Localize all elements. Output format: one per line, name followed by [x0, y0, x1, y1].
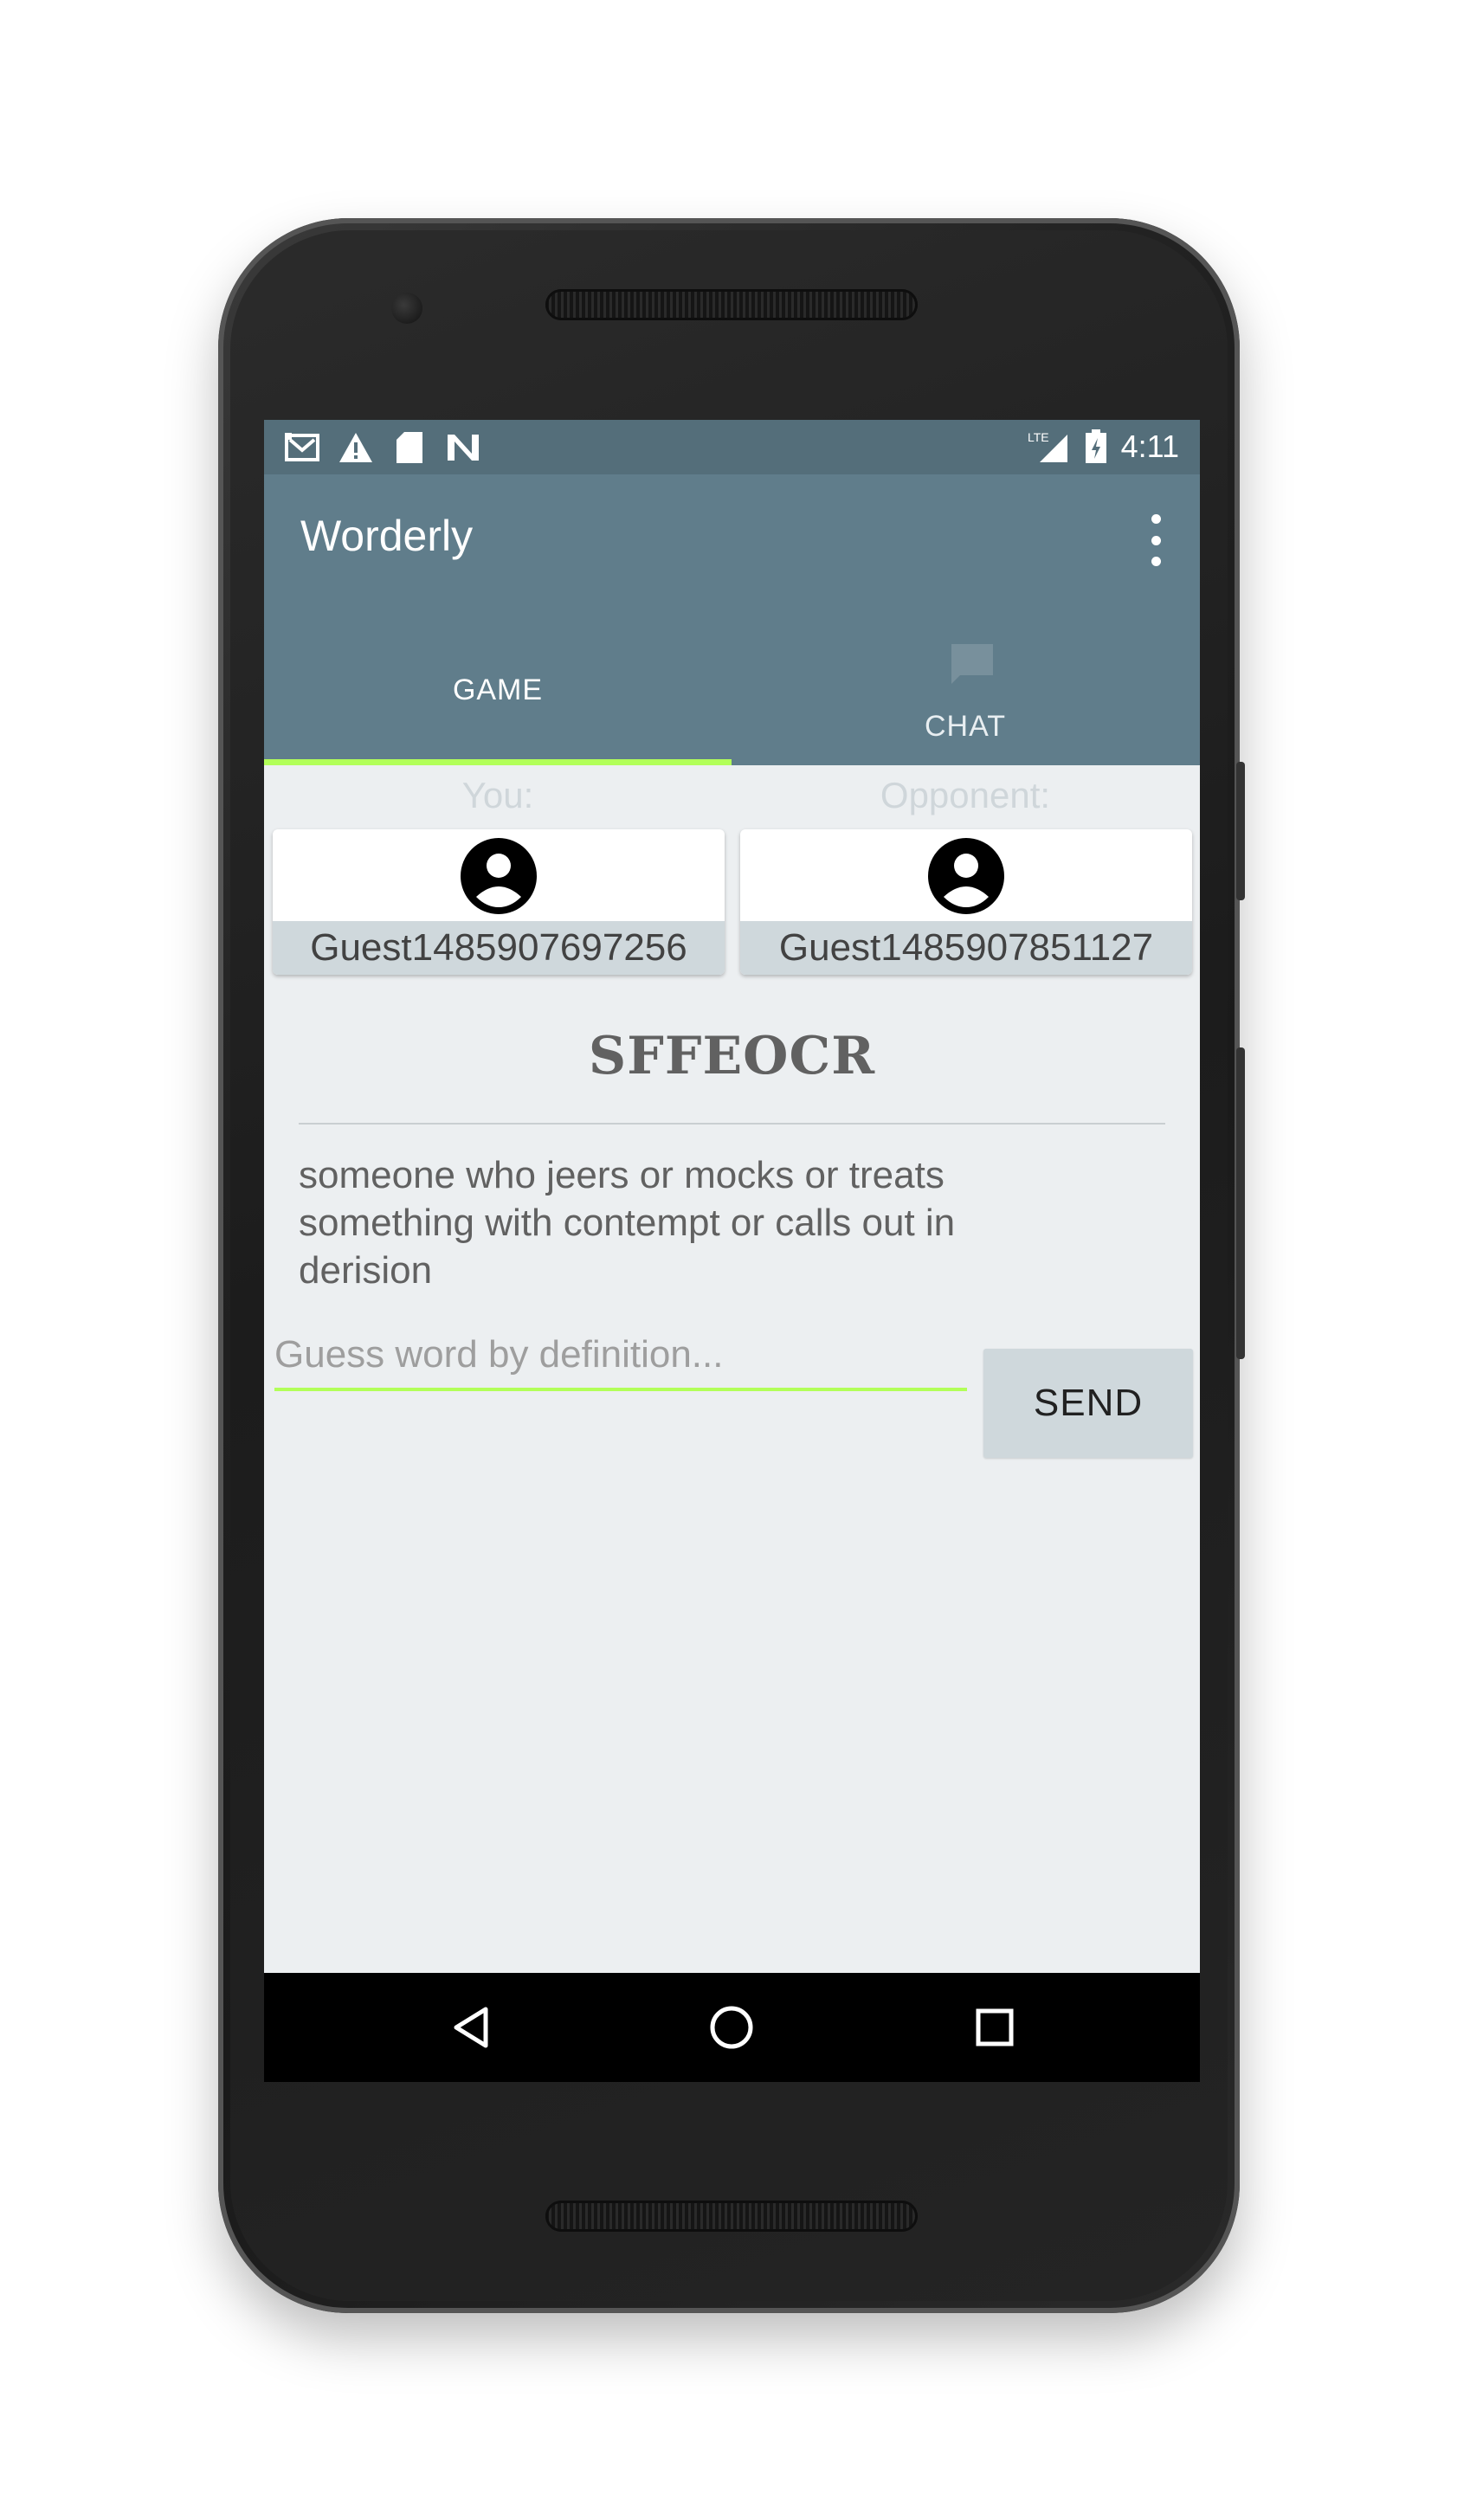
- network-type: LTE: [1028, 430, 1049, 444]
- signal-icon: LTE: [1028, 429, 1071, 464]
- front-camera: [391, 293, 422, 324]
- scrambled-word: SFFEOCR: [588, 1026, 876, 1086]
- navigation-bar: [264, 1973, 1200, 2082]
- power-button: [1236, 762, 1245, 900]
- back-icon[interactable]: [446, 2001, 498, 2053]
- player-name-opponent: Guest1485907851127: [740, 921, 1192, 975]
- n-logo-icon: [446, 430, 480, 465]
- top-speaker: [545, 289, 918, 320]
- gmail-icon: [285, 430, 319, 465]
- opponent-label: Opponent:: [880, 775, 1051, 815]
- tab-game[interactable]: GAME: [264, 604, 732, 765]
- battery-icon: [1083, 429, 1109, 464]
- tab-chat-label: CHAT: [924, 710, 1007, 743]
- app-bar: Worderly GAME CHAT: [264, 474, 1200, 765]
- volume-button: [1236, 1047, 1245, 1359]
- status-clock: 4:11: [1120, 429, 1179, 464]
- account-circle-icon: [928, 838, 1004, 914]
- you-label: You:: [461, 775, 534, 815]
- status-bar: LTE 4:11: [264, 420, 1200, 474]
- chat-icon: [951, 644, 993, 684]
- recents-icon[interactable]: [969, 2001, 1021, 2053]
- guess-input-underline: [274, 1388, 967, 1391]
- tab-game-label: GAME: [452, 674, 544, 706]
- player-name-you: Guest1485907697256: [273, 921, 725, 975]
- tab-indicator: [264, 759, 732, 765]
- screen: LTE 4:11 Worderly GAME CHAT You: Opponen…: [264, 420, 1200, 2082]
- tab-chat[interactable]: CHAT: [732, 604, 1199, 765]
- app-title: Worderly: [300, 512, 474, 560]
- word-definition: someone who jeers or mocks or treats som…: [299, 1154, 956, 1292]
- divider: [299, 1123, 1165, 1125]
- more-vert-icon[interactable]: [1143, 514, 1169, 566]
- guess-input[interactable]: [274, 1329, 967, 1381]
- sd-card-icon: [392, 430, 427, 465]
- warning-icon: [338, 430, 373, 465]
- player-card-opponent: Guest1485907851127: [740, 829, 1192, 975]
- send-button[interactable]: SEND: [983, 1349, 1193, 1458]
- home-icon[interactable]: [706, 2001, 758, 2053]
- account-circle-icon: [461, 838, 537, 914]
- player-card-you: Guest1485907697256: [273, 829, 725, 975]
- bottom-speaker: [545, 2201, 918, 2232]
